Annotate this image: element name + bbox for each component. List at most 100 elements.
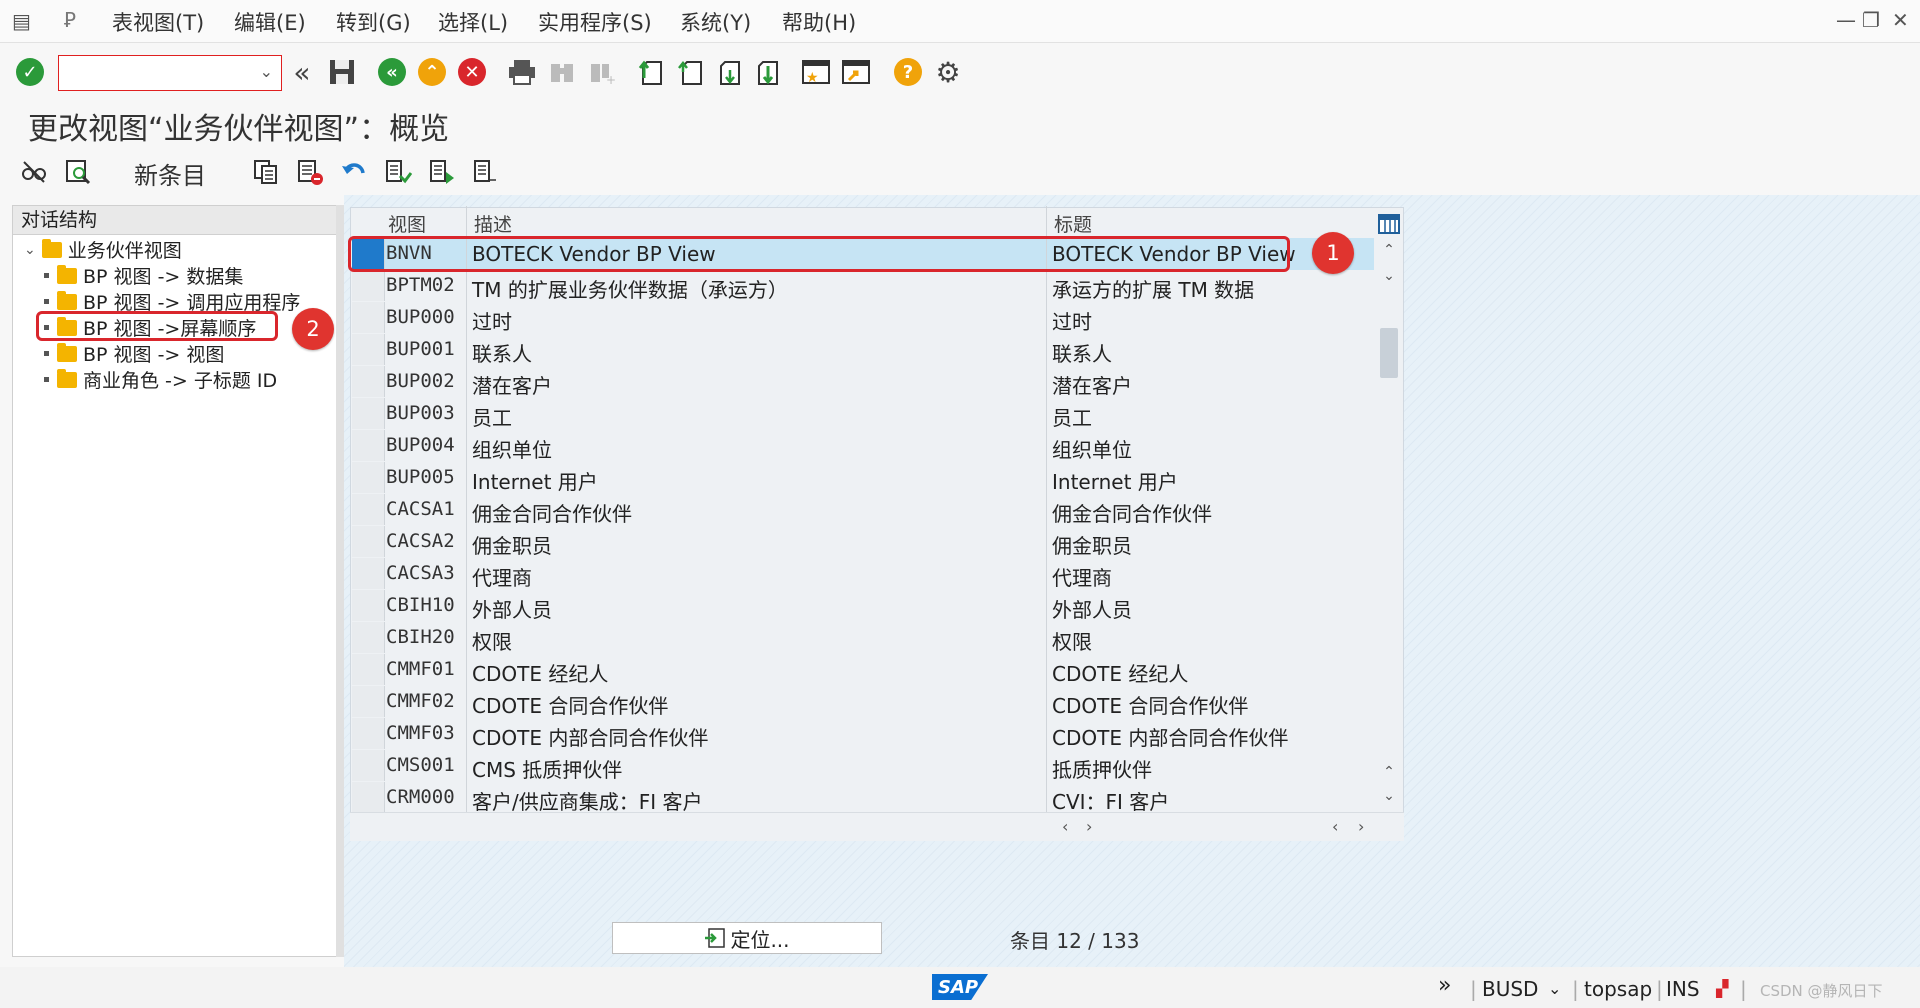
scroll-down-icon[interactable]: ⌄ — [1376, 268, 1402, 284]
display-change-icon[interactable]: Ꝑ — [64, 8, 76, 32]
back-icon[interactable]: « — [376, 56, 408, 88]
row-selector[interactable] — [352, 526, 385, 557]
save-icon[interactable] — [326, 56, 358, 88]
table-row[interactable]: CMMF01 CDOTE 经纪人 CDOTE 经纪人 — [352, 654, 1374, 687]
deselect-all-icon[interactable] — [470, 156, 502, 188]
bullet-icon — [44, 299, 49, 304]
display-change-glasses-icon[interactable] — [18, 156, 50, 188]
table-row[interactable]: BUP005 Internet 用户 Internet 用户 — [352, 462, 1374, 495]
cancel-icon[interactable]: ✕ — [456, 56, 488, 88]
menu-table-view[interactable]: 表视图(T) — [112, 7, 204, 37]
scroll-left-icon[interactable]: ‹ — [1062, 817, 1068, 836]
tree-root[interactable]: ⌄ 业务伙伴视图 — [24, 236, 182, 263]
table-row[interactable]: CMS001 CMS 抵质押伙伴 抵质押伙伴 — [352, 750, 1374, 783]
table-settings-icon[interactable] — [1378, 214, 1400, 234]
table-row[interactable]: BPTM02 TM 的扩展业务伙伴数据（承运方） 承运方的扩展 TM 数据 — [352, 270, 1374, 303]
table-row[interactable]: BUP001 联系人 联系人 — [352, 334, 1374, 367]
first-page-icon[interactable] — [636, 56, 668, 88]
table-row[interactable]: CACSA1 佣金合同合作伙伴 佣金合同合作伙伴 — [352, 494, 1374, 527]
menu-icon[interactable]: ▤ — [12, 9, 31, 33]
menu-goto[interactable]: 转到(G) — [336, 7, 411, 37]
minimize-icon[interactable]: — — [1836, 8, 1856, 32]
table-row[interactable]: CACSA2 佣金职员 佣金职员 — [352, 526, 1374, 559]
row-selector[interactable] — [352, 686, 385, 717]
row-selector[interactable] — [352, 782, 385, 813]
last-page-icon[interactable] — [752, 56, 784, 88]
tree-item-business-role[interactable]: 商业角色 -> 子标题 ID — [44, 366, 277, 393]
column-header-title[interactable]: 标题 — [1054, 210, 1092, 237]
command-field[interactable]: ⌄ — [58, 55, 282, 91]
select-all-icon[interactable] — [382, 156, 414, 188]
scroll-left-icon[interactable]: ‹ — [1332, 817, 1338, 836]
chevron-down-icon[interactable]: ⌄ — [24, 242, 36, 258]
table-row[interactable]: CACSA3 代理商 代理商 — [352, 558, 1374, 591]
row-selector[interactable] — [352, 750, 385, 781]
next-page-icon[interactable] — [714, 56, 746, 88]
scroll-down-icon[interactable]: ⌄ — [1376, 788, 1402, 804]
close-window-icon[interactable]: ✕ — [1892, 8, 1909, 32]
check-icon[interactable]: ✓ — [14, 56, 46, 88]
scroll-up-icon[interactable]: ⌃ — [1376, 242, 1402, 258]
row-selector[interactable] — [352, 430, 385, 461]
exit-icon[interactable]: ⌃ — [416, 56, 448, 88]
row-selector[interactable] — [352, 398, 385, 429]
select-block-icon[interactable] — [426, 156, 458, 188]
row-selector[interactable] — [352, 654, 385, 685]
menu-edit[interactable]: 编辑(E) — [234, 7, 306, 37]
table-row[interactable]: BUP003 员工 员工 — [352, 398, 1374, 431]
scroll-right-icon[interactable]: › — [1358, 817, 1364, 836]
row-selector[interactable] — [352, 270, 385, 301]
settings-icon[interactable]: ⚙ — [932, 56, 964, 89]
table-row[interactable]: BUP004 组织单位 组织单位 — [352, 430, 1374, 463]
row-selector[interactable] — [352, 718, 385, 749]
menu-system[interactable]: 系统(Y) — [680, 7, 751, 37]
row-selector[interactable] — [352, 622, 385, 653]
column-header-description[interactable]: 描述 — [474, 210, 512, 237]
back-double-icon[interactable]: « — [286, 56, 318, 89]
delete-icon[interactable] — [294, 156, 326, 188]
menu-selection[interactable]: 选择(L) — [438, 7, 508, 37]
print-icon[interactable] — [506, 56, 538, 88]
status-expand-icon[interactable]: » — [1438, 973, 1451, 998]
chevron-down-icon[interactable]: ⌄ — [260, 62, 273, 81]
system-dropdown-icon[interactable]: ⌄ — [1548, 979, 1561, 998]
column-header-view[interactable]: 视图 — [388, 210, 426, 237]
table-row[interactable]: BUP000 过时 过时 — [352, 302, 1374, 335]
table-row[interactable]: CBIH10 外部人员 外部人员 — [352, 590, 1374, 623]
copy-as-icon[interactable] — [250, 156, 282, 188]
row-selector[interactable] — [352, 590, 385, 621]
scroll-thumb[interactable] — [1380, 328, 1398, 378]
prev-page-icon[interactable] — [676, 56, 708, 88]
position-button[interactable]: 定位... — [612, 922, 882, 954]
horizontal-scrollbar[interactable]: ‹ › ‹ › — [350, 812, 1404, 841]
help-icon[interactable]: ? — [892, 56, 924, 88]
table-row[interactable]: CMMF03 CDOTE 内部合同合作伙伴 CDOTE 内部合同合作伙伴 — [352, 718, 1374, 751]
find-next-icon[interactable]: + — [586, 56, 618, 88]
new-session-icon[interactable]: ★ — [800, 56, 832, 88]
scroll-up-icon[interactable]: ⌃ — [1376, 764, 1402, 780]
row-selector[interactable] — [352, 494, 385, 525]
row-selector[interactable] — [352, 366, 385, 397]
row-selector[interactable] — [352, 302, 385, 333]
row-selector[interactable] — [352, 558, 385, 589]
new-entries-button[interactable]: 新条目 — [134, 156, 206, 191]
table-row[interactable]: CBIH20 权限 权限 — [352, 622, 1374, 655]
row-selector[interactable] — [352, 334, 385, 365]
tree-item-views[interactable]: BP 视图 -> 视图 — [44, 340, 224, 367]
panel-splitter[interactable] — [336, 205, 344, 957]
command-input[interactable] — [63, 58, 247, 90]
table-search-icon[interactable] — [62, 156, 94, 188]
shortcut-icon[interactable] — [840, 56, 872, 88]
undo-change-icon[interactable] — [338, 156, 370, 188]
menu-help[interactable]: 帮助(H) — [782, 7, 856, 37]
scroll-right-icon[interactable]: › — [1086, 817, 1092, 836]
find-icon[interactable] — [546, 56, 578, 88]
tree-item-data-sets[interactable]: BP 视图 -> 数据集 — [44, 262, 243, 289]
vertical-scrollbar[interactable]: ⌃ ⌄ ⌃ ⌄ — [1376, 238, 1402, 810]
row-selector[interactable] — [352, 462, 385, 493]
restore-icon[interactable]: ❐ — [1862, 8, 1880, 32]
table-row[interactable]: BUP002 潜在客户 潜在客户 — [352, 366, 1374, 399]
menu-utilities[interactable]: 实用程序(S) — [538, 7, 652, 37]
table-row[interactable]: CRM000 客户/供应商集成：FI 客户 CVI：FI 客户 — [352, 782, 1374, 815]
table-row[interactable]: CMMF02 CDOTE 合同合作伙伴 CDOTE 合同合作伙伴 — [352, 686, 1374, 719]
